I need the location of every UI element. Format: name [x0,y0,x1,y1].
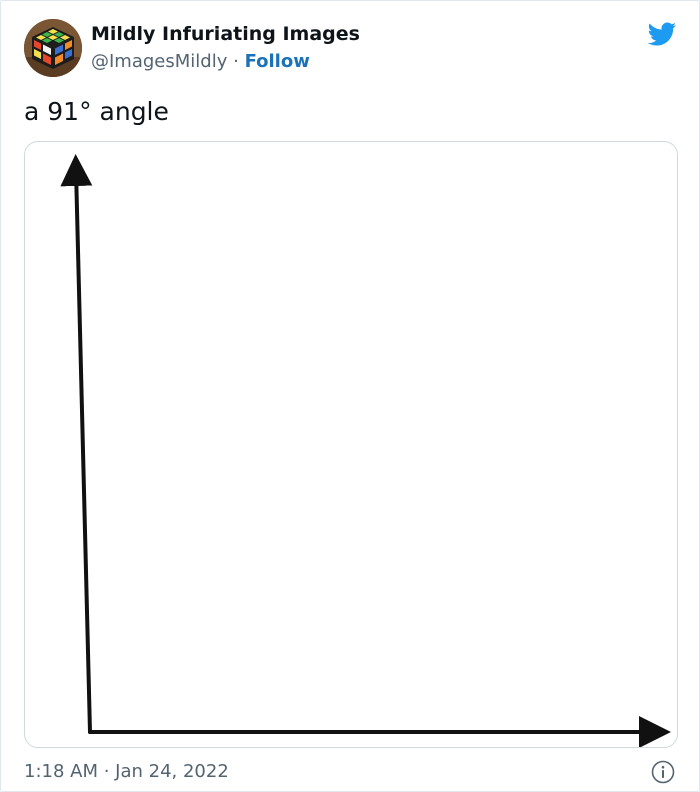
angle-illustration [60,154,671,747]
author-name[interactable]: Mildly Infuriating Images [91,23,360,45]
info-icon[interactable] [651,760,675,784]
handle-separator: · [233,51,239,72]
tweet-media[interactable] [24,141,678,748]
tweet-text: a 91° angle [24,97,169,126]
follow-link[interactable]: Follow [245,51,310,72]
angle-vertical-ray [60,154,93,734]
author-handle[interactable]: @ImagesMildly [91,51,227,72]
handle-line: @ImagesMildly · Follow [91,51,310,72]
avatar[interactable] [24,19,82,77]
tweet-timestamp[interactable]: 1:18 AM · Jan 24, 2022 [24,761,229,782]
rubiks-cube-avatar-image [24,19,82,77]
tweet-card: Mildly Infuriating Images @ImagesMildly … [0,0,700,792]
twitter-bird-icon[interactable] [645,19,678,49]
